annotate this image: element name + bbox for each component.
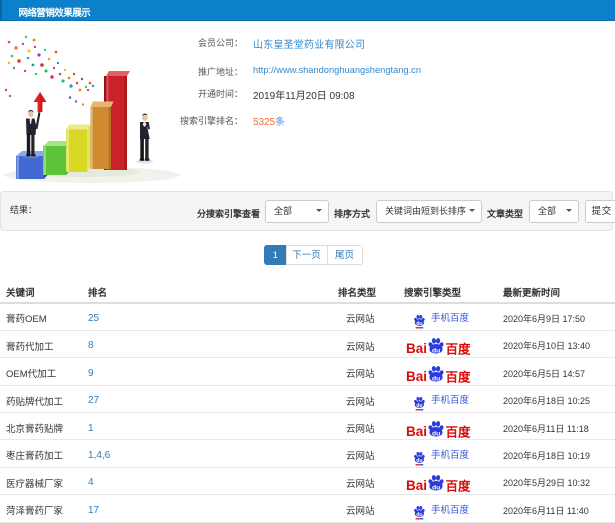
svg-text:百度: 百度 <box>446 369 472 384</box>
svg-text:Bai: Bai <box>406 341 427 356</box>
svg-text:du: du <box>416 403 422 409</box>
svg-text:du: du <box>416 512 422 518</box>
svg-text:Bai: Bai <box>406 369 427 384</box>
svg-text:du: du <box>432 485 440 492</box>
svg-text:Bai: Bai <box>406 478 427 493</box>
svg-text:百度: 百度 <box>446 342 472 357</box>
svg-text:du: du <box>432 430 440 437</box>
svg-text:Bai: Bai <box>406 424 427 439</box>
svg-text:du: du <box>432 375 440 382</box>
svg-text:du: du <box>416 458 422 464</box>
svg-text:du: du <box>432 348 440 355</box>
svg-text:百度: 百度 <box>446 424 472 439</box>
svg-text:百度: 百度 <box>446 479 472 494</box>
svg-text:du: du <box>416 321 422 327</box>
